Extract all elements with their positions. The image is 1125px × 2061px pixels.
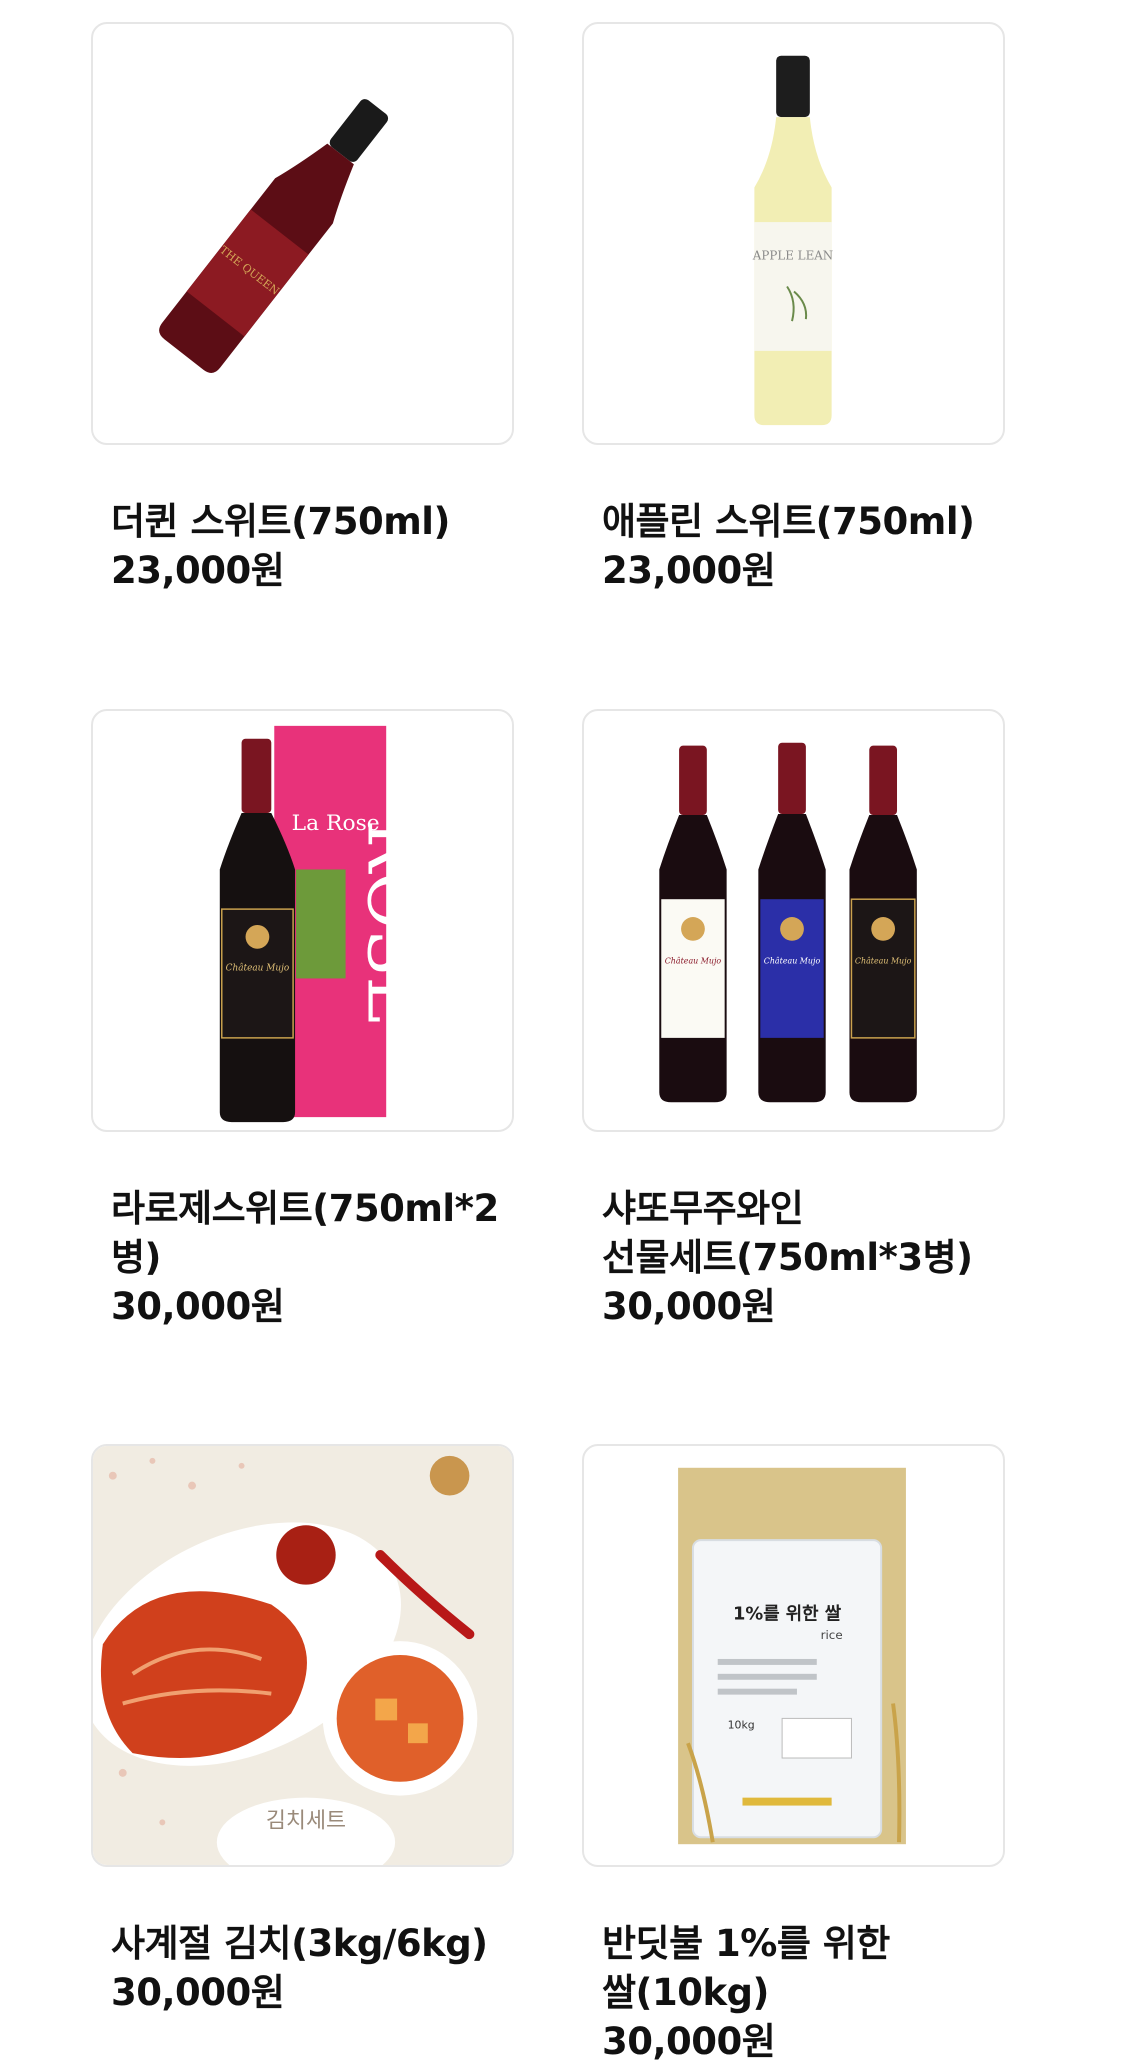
rice-bag-image[interactable]: 1%를 위한 쌀 rice 10kg <box>582 1444 1005 1867</box>
product-price: 30,000원 <box>111 1971 285 2014</box>
product-name[interactable]: 반딧불 1%를 위한 쌀(10kg) <box>602 1919 1005 2017</box>
product-grid: THE QUEEN 더퀸 스위트(750ml) 23,000원 APPLE LE… <box>0 0 1125 2061</box>
product-card-chateau-mujo[interactable]: Château Mujo Château Mujo Château Mujo 샤… <box>582 709 1005 1331</box>
three-wine-bottles-image[interactable]: Château Mujo Château Mujo Château Mujo <box>582 709 1005 1132</box>
product-price: 30,000원 <box>111 1285 285 1328</box>
product-name[interactable]: 더퀸 스위트(750ml) <box>111 497 514 546</box>
svg-text:Château Mujo: Château Mujo <box>855 957 912 966</box>
product-price: 30,000원 <box>602 2020 776 2061</box>
svg-text:rice: rice <box>821 1628 843 1642</box>
product-card-kimchi[interactable]: 김치세트 사계절 김치(3kg/6kg) 30,000원 <box>91 1444 514 2017</box>
product-price: 23,000원 <box>602 549 776 592</box>
product-price: 23,000원 <box>111 549 285 592</box>
svg-text:10kg: 10kg <box>728 1718 755 1731</box>
product-name[interactable]: 샤또무주와인 선물세트(750ml*3병) <box>602 1184 1005 1282</box>
svg-text:1%를 위한 쌀: 1%를 위한 쌀 <box>733 1603 842 1624</box>
product-price: 30,000원 <box>602 1285 776 1328</box>
svg-text:ROSE: ROSE <box>351 820 431 1027</box>
svg-text:Château Mujo: Château Mujo <box>226 963 290 974</box>
product-name[interactable]: 애플린 스위트(750ml) <box>602 497 1005 546</box>
product-name[interactable]: 사계절 김치(3kg/6kg) <box>111 1919 514 1968</box>
svg-text:김치세트: 김치세트 <box>266 1808 346 1833</box>
kimchi-image[interactable]: 김치세트 <box>91 1444 514 1867</box>
product-card-rice[interactable]: 1%를 위한 쌀 rice 10kg 반딧불 1%를 위한 쌀(10kg) 30… <box>582 1444 1005 2061</box>
white-wine-bottle-image[interactable]: APPLE LEAN <box>582 22 1005 445</box>
svg-text:APPLE LEAN: APPLE LEAN <box>752 249 833 263</box>
product-card-la-rose[interactable]: La Rose ROSE Château Mujo 라로제스위트(750ml*2… <box>91 709 514 1331</box>
svg-text:Château Mujo: Château Mujo <box>665 957 722 966</box>
product-name[interactable]: 라로제스위트(750ml*2병) <box>111 1184 514 1282</box>
product-card-the-queen[interactable]: THE QUEEN 더퀸 스위트(750ml) 23,000원 <box>91 22 514 595</box>
red-wine-bottle-image[interactable]: THE QUEEN <box>91 22 514 445</box>
rose-wine-gift-box-image[interactable]: La Rose ROSE Château Mujo <box>91 709 514 1132</box>
svg-text:Château Mujo: Château Mujo <box>764 957 821 966</box>
product-card-apple-lean[interactable]: APPLE LEAN 애플린 스위트(750ml) 23,000원 <box>582 22 1005 595</box>
